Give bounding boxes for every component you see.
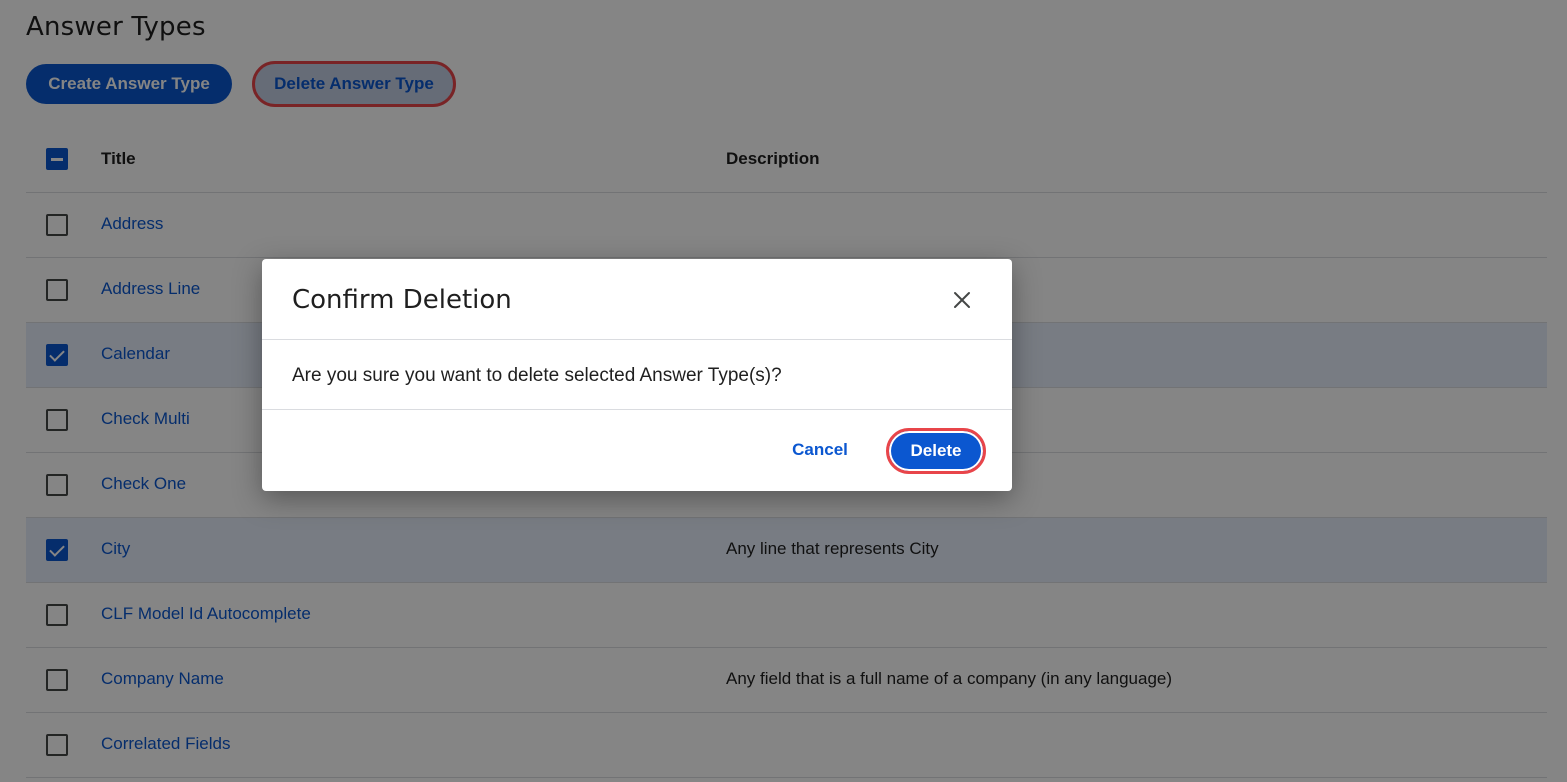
answer-types-page: Answer Types Create Answer Type Delete A… — [0, 0, 1567, 782]
dialog-body: Are you sure you want to delete selected… — [262, 340, 1012, 410]
dialog-footer: Cancel Delete — [262, 410, 1012, 490]
close-icon — [954, 292, 970, 308]
dialog-title: Confirm Deletion — [292, 285, 512, 315]
cancel-button[interactable]: Cancel — [778, 430, 862, 470]
dialog-close-button[interactable] — [948, 286, 976, 314]
dialog-header: Confirm Deletion — [262, 259, 1012, 340]
dialog-message: Are you sure you want to delete selected… — [292, 365, 782, 386]
confirm-delete-button[interactable]: Delete — [886, 428, 986, 474]
confirm-deletion-dialog: Confirm Deletion Are you sure you want t… — [262, 259, 1012, 491]
